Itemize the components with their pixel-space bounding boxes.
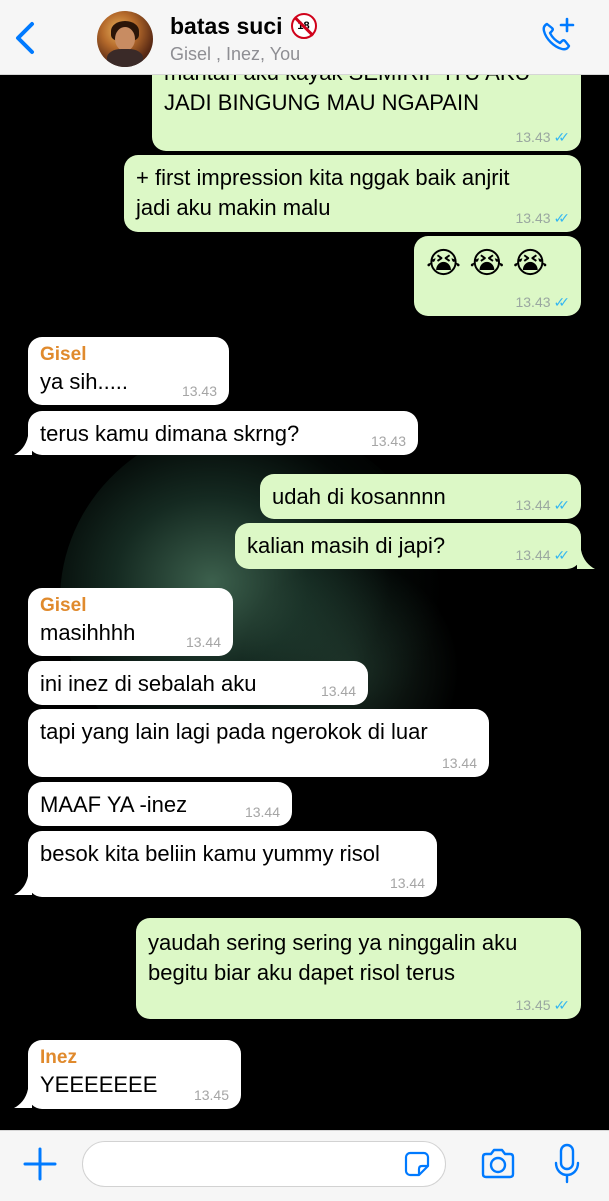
message-time: 13.43	[515, 210, 551, 226]
participants-list[interactable]: Gisel , Inez, You	[170, 44, 300, 65]
adult-content-badge: 18	[290, 13, 317, 39]
message-incoming[interactable]: Gisel ya sih..... 13.43	[28, 337, 229, 405]
message-input[interactable]	[82, 1141, 446, 1187]
message-time: 13.44	[515, 547, 551, 563]
message-text: tapi yang lain lagi pada ngerokok di lua…	[40, 719, 428, 744]
message-time: 13.43	[515, 294, 551, 310]
composer-bar	[0, 1130, 609, 1201]
message-incoming[interactable]: tapi yang lain lagi pada ngerokok di lua…	[28, 709, 489, 777]
sender-name[interactable]: Inez	[40, 1046, 229, 1070]
message-line: yaudah sering sering ya ninggalin aku	[148, 930, 518, 955]
message-line: JADI BINGUNG MAU NGAPAIN	[164, 90, 479, 115]
message-time: 13.43	[515, 129, 551, 145]
message-time: 13.43	[181, 383, 217, 399]
message-text: terus kamu dimana skrng?	[40, 421, 300, 446]
message-outgoing[interactable]: + first impression kita nggak baik anjri…	[124, 155, 581, 232]
bubble-tail	[14, 876, 32, 895]
message-meta: 13.45	[194, 1087, 229, 1103]
chat-title: batas suci	[170, 12, 283, 39]
message-meta: 13.44	[186, 634, 221, 650]
message-outgoing[interactable]: udah di kosannnn 13.44 ✓✓	[260, 474, 581, 519]
message-line: + first impression kita nggak baik anjri…	[136, 165, 510, 190]
message-meta: 13.43	[371, 433, 406, 449]
message-incoming[interactable]: terus kamu dimana skrng? 13.43	[28, 411, 418, 455]
sender-name[interactable]: Gisel	[40, 343, 217, 367]
read-ticks-icon: ✓✓	[553, 210, 571, 226]
chevron-left-icon[interactable]	[8, 18, 44, 58]
message-incoming[interactable]: Inez YEEEEEEE 13.45	[28, 1040, 241, 1109]
message-meta: 13.44	[442, 755, 477, 771]
message-outgoing[interactable]: yaudah sering sering ya ninggalin aku be…	[136, 918, 581, 1019]
message-time: 13.44	[441, 755, 477, 771]
sticker-icon[interactable]	[404, 1151, 430, 1177]
message-outgoing[interactable]: 😭 😭 😭 13.43 ✓✓	[414, 236, 581, 316]
message-meta: 13.44	[321, 683, 356, 699]
sender-name[interactable]: Gisel	[40, 594, 221, 618]
message-time: 13.45	[515, 997, 551, 1013]
message-time: 13.44	[244, 804, 280, 820]
message-meta: 13.44 ✓✓	[515, 547, 571, 563]
bubble-tail	[14, 1089, 32, 1108]
message-meta: 13.44	[245, 804, 280, 820]
message-incoming[interactable]: besok kita beliin kamu yummy risol 13.44	[28, 831, 437, 897]
message-meta: 13.44	[390, 875, 425, 891]
message-meta: 13.43	[182, 383, 217, 399]
message-meta: 13.44 ✓✓	[515, 497, 571, 513]
message-meta: 13.43 ✓✓	[515, 210, 571, 226]
message-incoming[interactable]: ini inez di sebalah aku 13.44	[28, 661, 368, 705]
group-avatar[interactable]	[97, 11, 153, 67]
read-ticks-icon: ✓✓	[553, 497, 571, 513]
chat-title-row[interactable]: batas suci 18	[170, 10, 317, 42]
message-line: jadi aku makin malu	[136, 195, 331, 220]
plus-icon[interactable]	[20, 1144, 60, 1184]
message-emoji: 😭 😭 😭	[426, 247, 548, 280]
message-time: 13.45	[193, 1087, 229, 1103]
phone-plus-icon[interactable]	[538, 16, 578, 56]
message-time: 13.43	[370, 433, 406, 449]
message-incoming[interactable]: MAAF YA -inez 13.44	[28, 782, 292, 826]
read-ticks-icon: ✓✓	[553, 129, 571, 145]
read-ticks-icon: ✓✓	[553, 294, 571, 310]
bubble-tail	[577, 550, 595, 569]
message-time: 13.44	[320, 683, 356, 699]
message-meta: 13.43 ✓✓	[515, 129, 571, 145]
message-text: besok kita beliin kamu yummy risol	[40, 841, 380, 866]
message-time: 13.44	[185, 634, 221, 650]
camera-icon[interactable]	[478, 1144, 518, 1184]
message-outgoing[interactable]: kalian masih di japi? 13.44 ✓✓	[235, 523, 581, 569]
read-ticks-icon: ✓✓	[553, 547, 571, 563]
message-meta: 13.43 ✓✓	[515, 294, 571, 310]
microphone-icon[interactable]	[552, 1142, 582, 1186]
read-ticks-icon: ✓✓	[553, 997, 571, 1013]
bubble-tail	[14, 436, 32, 455]
message-text: ini inez di sebalah aku	[40, 671, 257, 696]
message-meta: 13.45 ✓✓	[515, 997, 571, 1013]
message-line: begitu biar aku dapet risol terus	[148, 960, 455, 985]
message-time: 13.44	[515, 497, 551, 513]
chat-header: batas suci 18 Gisel , Inez, You	[0, 0, 609, 75]
message-incoming[interactable]: Gisel masihhhh 13.44	[28, 588, 233, 656]
message-time: 13.44	[389, 875, 425, 891]
